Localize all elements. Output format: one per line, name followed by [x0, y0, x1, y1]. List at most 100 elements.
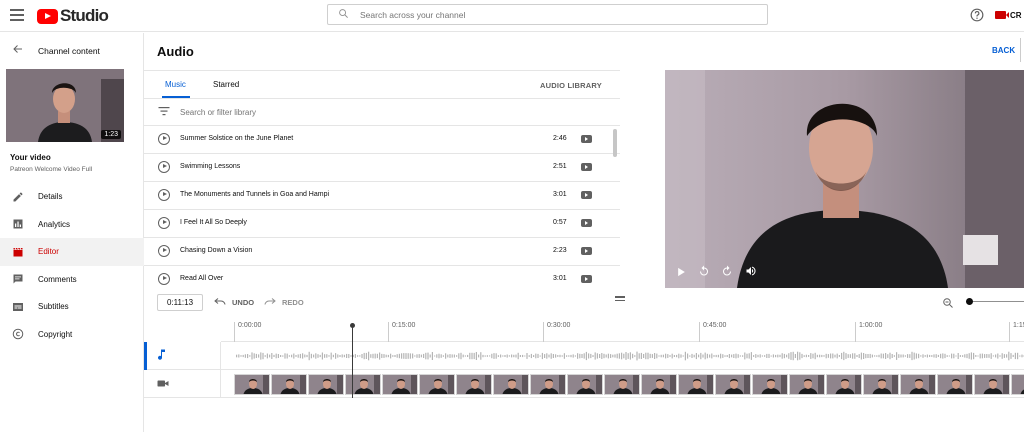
sidebar-item-comments[interactable]: Comments [0, 266, 144, 294]
rewind-10-icon[interactable] [698, 264, 710, 282]
track-name: The Monuments and Tunnels in Goa and Ham… [180, 191, 330, 198]
current-time-display[interactable]: 0:11:13 [157, 294, 203, 311]
video-frame-thumb [900, 374, 936, 395]
undo-button[interactable]: UNDO [214, 297, 254, 307]
video-lane-header [144, 370, 221, 398]
zoom-icon[interactable] [942, 296, 954, 314]
filter-icon[interactable] [158, 103, 170, 121]
play-circle-icon[interactable] [158, 273, 170, 285]
track-name: Read All Over [180, 275, 224, 282]
hamburger-menu-icon[interactable] [10, 9, 24, 21]
sidebar-item-editor[interactable]: Editor [0, 238, 144, 266]
video-frame-thumb [863, 374, 899, 395]
audio-library-button[interactable]: AUDIO LIBRARY [540, 81, 602, 90]
tab-starred[interactable]: Starred [213, 80, 239, 89]
youtube-studio-logo[interactable]: Studio [37, 6, 109, 26]
video-frame-thumb [715, 374, 751, 395]
video-frame-image [665, 70, 1024, 288]
video-frame-thumb [456, 374, 492, 395]
youtube-link-icon[interactable] [581, 219, 592, 227]
video-preview[interactable] [665, 70, 1024, 288]
video-frame-thumb [382, 374, 418, 395]
subtitles-icon [11, 300, 25, 314]
filter-input[interactable] [180, 107, 480, 117]
back-to-channel-content[interactable]: Channel content [0, 33, 144, 69]
track-row[interactable]: Chasing Down a Vision 2:23 [144, 238, 620, 266]
sidebar-item-label: Copyright [38, 329, 73, 339]
track-row[interactable]: Read All Over 3:01 [144, 266, 620, 294]
video-frame-thumb [271, 374, 307, 395]
undo-label: UNDO [232, 297, 255, 307]
track-row[interactable]: Summer Solstice on the June Planet 2:46 [144, 126, 620, 154]
your-video-heading: Your video [10, 153, 51, 162]
video-frame-thumb [345, 374, 381, 395]
sidebar-item-subtitles[interactable]: Subtitles [0, 293, 144, 321]
video-camera-icon [157, 375, 169, 393]
forward-10-icon[interactable] [721, 264, 733, 282]
ruler-tick: 0:30:00 [543, 322, 570, 342]
play-circle-icon[interactable] [158, 217, 170, 229]
track-list-scrollbar[interactable] [613, 129, 617, 157]
sidebar-nav: Details Analytics Editor Comments Subtit… [0, 183, 144, 348]
search-input[interactable] [360, 9, 740, 20]
video-frame-thumb [493, 374, 529, 395]
youtube-link-icon[interactable] [581, 191, 592, 199]
youtube-link-icon[interactable] [581, 247, 592, 255]
youtube-play-logo-icon [37, 8, 58, 24]
video-title: Patreon Welcome Video Full [10, 166, 93, 173]
comments-icon [11, 272, 25, 286]
redo-button[interactable]: REDO [264, 297, 304, 307]
tab-music[interactable]: Music [165, 80, 186, 89]
track-duration: 0:57 [553, 219, 567, 226]
play-circle-icon[interactable] [158, 161, 170, 173]
youtube-link-icon[interactable] [581, 275, 592, 283]
video-thumbnail[interactable]: 1:23 [6, 69, 124, 142]
track-list: Summer Solstice on the June Planet 2:46 … [144, 126, 620, 294]
sidebar-item-analytics[interactable]: Analytics [0, 211, 144, 239]
timeline: 0:00:00 0:15:00 0:30:00 0:45:00 1:00:00 … [144, 318, 1024, 432]
track-row[interactable]: The Monuments and Tunnels in Goa and Ham… [144, 182, 620, 210]
track-duration: 3:01 [553, 191, 567, 198]
zoom-slider-handle[interactable] [966, 298, 973, 305]
video-frame-thumb [234, 374, 270, 395]
music-note-icon [157, 347, 167, 365]
youtube-link-icon[interactable] [581, 163, 592, 171]
track-duration: 2:51 [553, 163, 567, 170]
channel-content-label: Channel content [38, 46, 100, 56]
editor-icon [11, 245, 25, 259]
back-arrow-icon [12, 42, 26, 60]
track-row[interactable]: I Feel It All So Deeply 0:57 [144, 210, 620, 238]
timeline-ruler[interactable]: 0:00:00 0:15:00 0:30:00 0:45:00 1:00:00 … [221, 318, 1024, 342]
play-circle-icon[interactable] [158, 189, 170, 201]
create-button[interactable]: CR [995, 6, 1022, 24]
youtube-link-icon[interactable] [581, 135, 592, 143]
play-circle-icon[interactable] [158, 245, 170, 257]
channel-search-box[interactable] [327, 4, 768, 25]
video-frame-thumb [826, 374, 862, 395]
video-frame-thumb [937, 374, 973, 395]
video-frame-thumb [752, 374, 788, 395]
filter-bar[interactable] [144, 99, 620, 126]
sidebar-item-label: Editor [38, 247, 59, 257]
redo-icon [264, 297, 276, 307]
play-circle-icon[interactable] [158, 133, 170, 145]
back-button[interactable]: BACK [992, 46, 1015, 55]
zoom-slider-track[interactable] [966, 301, 1024, 302]
ruler-tick: 1:00:00 [855, 322, 882, 342]
video-frame-thumb [1011, 374, 1024, 395]
audio-lane[interactable] [144, 342, 1024, 370]
active-tab-indicator [162, 96, 190, 98]
ruler-tick: 0:45:00 [699, 322, 726, 342]
play-icon[interactable] [677, 264, 686, 282]
video-lane[interactable] [144, 370, 1024, 398]
video-frame-thumb [604, 374, 640, 395]
panel-resize-handle-icon[interactable] [615, 296, 625, 303]
timeline-playhead[interactable] [350, 323, 355, 398]
track-row[interactable]: Swimming Lessons 2:51 [144, 154, 620, 182]
video-frame-thumb [641, 374, 677, 395]
volume-icon[interactable] [745, 264, 757, 282]
help-icon[interactable] [970, 8, 984, 27]
sidebar-item-copyright[interactable]: Copyright [0, 321, 144, 349]
redo-label: REDO [282, 297, 304, 307]
sidebar-item-details[interactable]: Details [0, 183, 144, 211]
